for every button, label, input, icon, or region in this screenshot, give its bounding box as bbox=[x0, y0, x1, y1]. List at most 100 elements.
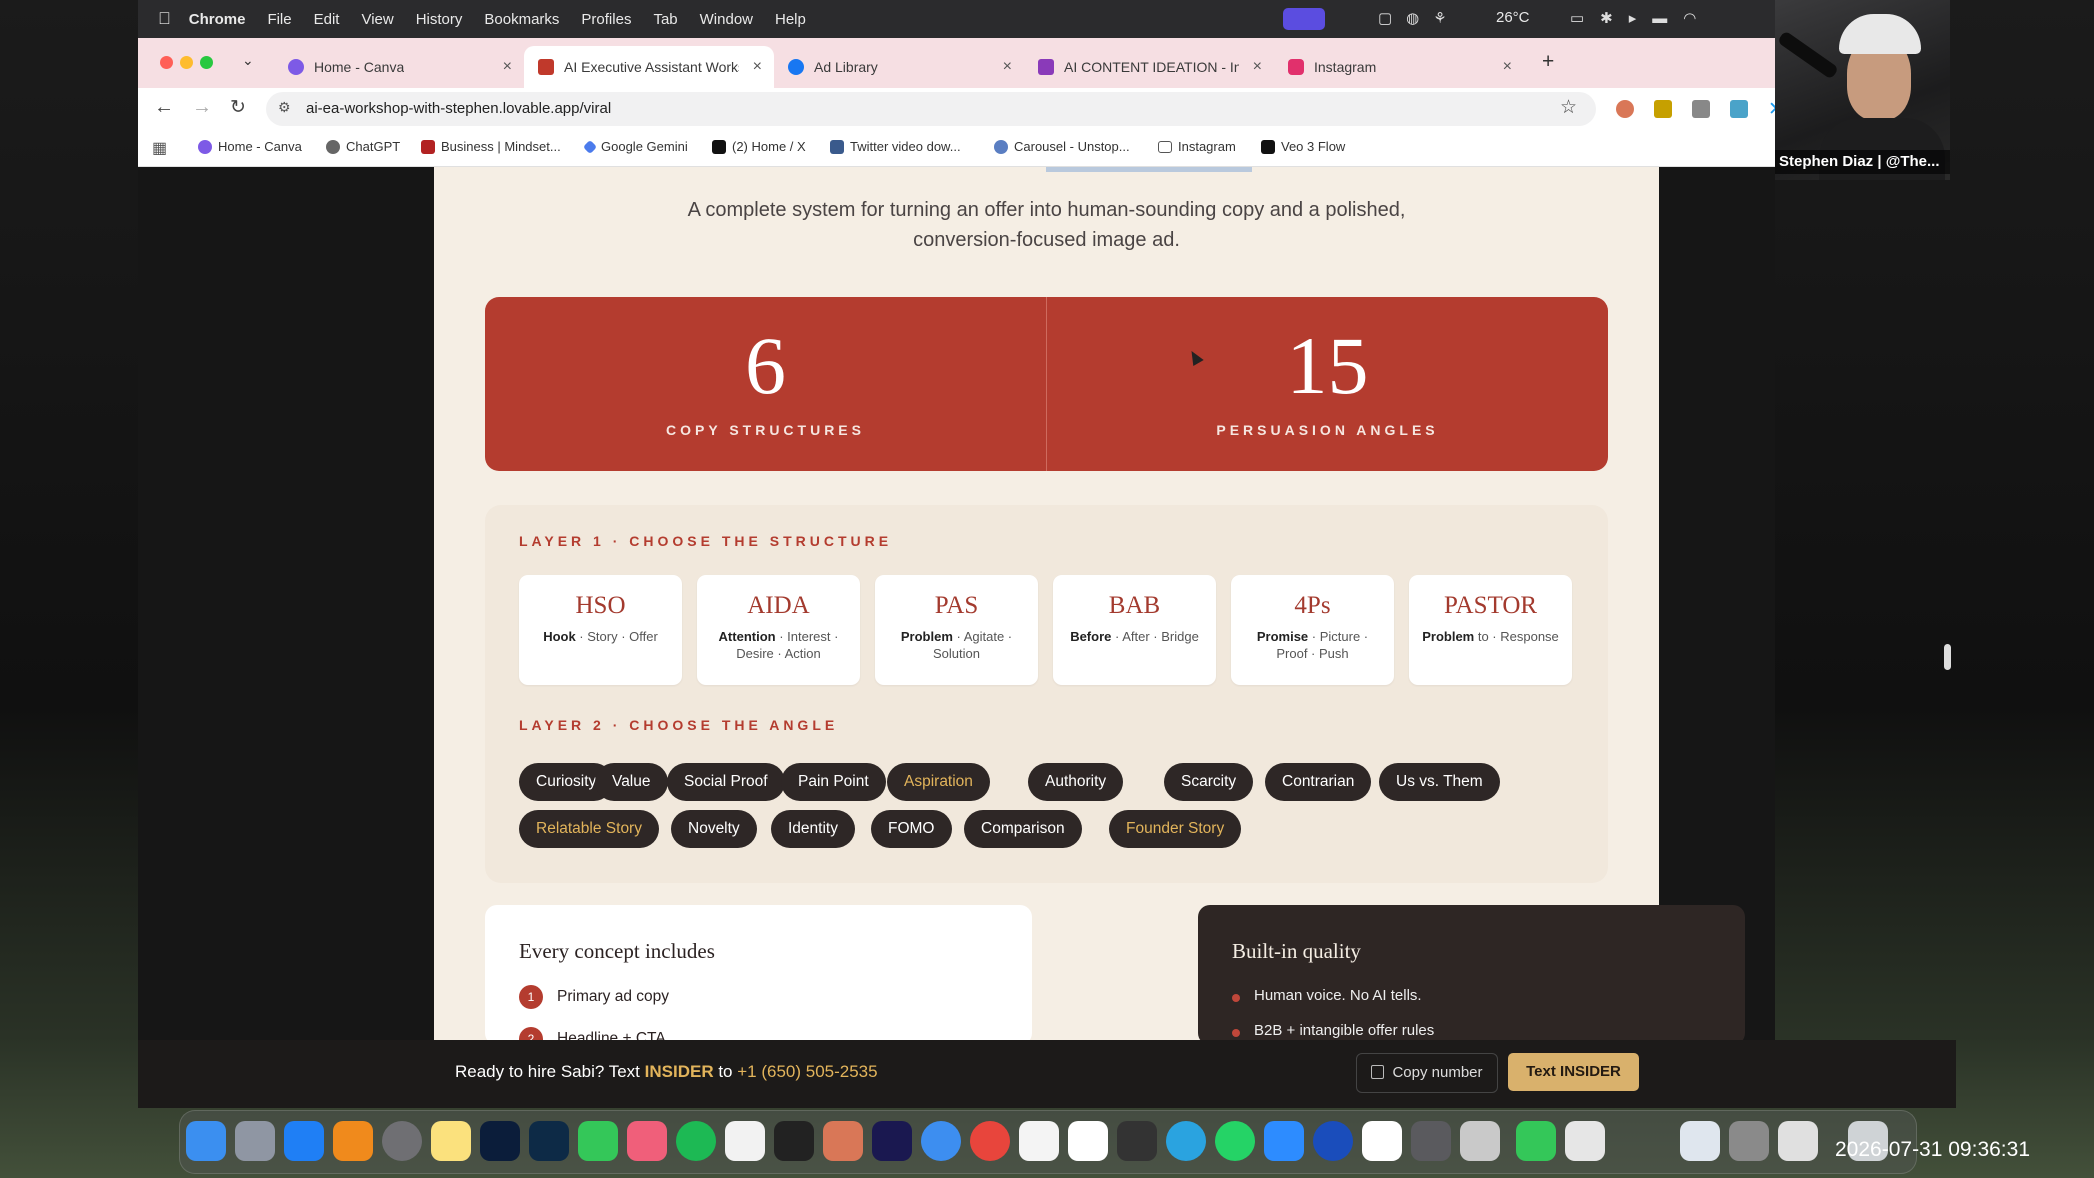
close-tab-icon[interactable]: × bbox=[1503, 58, 1512, 76]
tab-search-chevron-icon[interactable]: ⌄ bbox=[242, 52, 254, 69]
launchpad-icon[interactable] bbox=[235, 1121, 275, 1161]
slack-icon[interactable] bbox=[1019, 1121, 1059, 1161]
structure-card-hso[interactable]: HSO Hook · Story · Offer bbox=[519, 575, 682, 685]
app-store-icon[interactable] bbox=[284, 1121, 324, 1161]
x-extension-icon[interactable]: ✕ bbox=[1768, 98, 1775, 121]
photos-icon[interactable] bbox=[627, 1121, 667, 1161]
textedit-icon[interactable] bbox=[1565, 1121, 1605, 1161]
finder-icon[interactable] bbox=[186, 1121, 226, 1161]
safari-icon[interactable] bbox=[921, 1121, 961, 1161]
address-bar[interactable]: ⚙ ai-ea-workshop-with-stephen.lovable.ap… bbox=[266, 92, 1596, 126]
angle-pill-authority[interactable]: Authority bbox=[1028, 763, 1124, 801]
structure-card-pas[interactable]: PAS Problem · Agitate · Solution bbox=[875, 575, 1038, 685]
close-window-button[interactable] bbox=[160, 56, 173, 69]
bookmark-x-home[interactable]: (2) Home / X bbox=[712, 139, 806, 154]
bookmark-gemini[interactable]: Google Gemini bbox=[582, 139, 688, 154]
bookmark-star-icon[interactable]: ☆ bbox=[1560, 96, 1577, 119]
back-arrow-icon[interactable]: ← bbox=[154, 96, 174, 119]
1password-icon[interactable] bbox=[1313, 1121, 1353, 1161]
extension-icon[interactable] bbox=[1692, 100, 1710, 118]
menu-window[interactable]: Window bbox=[700, 11, 753, 28]
whatsapp-icon[interactable] bbox=[1215, 1121, 1255, 1161]
tab-instagram[interactable]: Instagram × bbox=[1274, 46, 1524, 88]
angle-pill-value[interactable]: Value bbox=[595, 763, 668, 801]
reload-icon[interactable]: ↻ bbox=[230, 96, 246, 119]
angle-pill-contrarian[interactable]: Contrarian bbox=[1265, 763, 1372, 801]
screen-share-icon[interactable] bbox=[1283, 8, 1325, 30]
angle-pill-scarcity[interactable]: Scarcity bbox=[1164, 763, 1254, 801]
close-tab-icon[interactable]: × bbox=[1003, 58, 1012, 76]
weather-status[interactable]: 26°C bbox=[1496, 9, 1530, 26]
photoshop-icon[interactable] bbox=[480, 1121, 520, 1161]
books-icon[interactable] bbox=[333, 1121, 373, 1161]
angle-pill-pain-point[interactable]: Pain Point bbox=[781, 763, 886, 801]
tab-ai-executive-assistant[interactable]: AI Executive Assistant Works × bbox=[524, 46, 774, 88]
menu-edit[interactable]: Edit bbox=[314, 11, 340, 28]
bookmark-chatgpt[interactable]: ChatGPT bbox=[326, 139, 400, 154]
menu-profiles[interactable]: Profiles bbox=[581, 11, 631, 28]
chatgpt-icon[interactable] bbox=[725, 1121, 765, 1161]
apps-grid-icon[interactable]: ▦ bbox=[152, 138, 167, 158]
messages-icon[interactable] bbox=[578, 1121, 618, 1161]
bookmark-veo-flow[interactable]: Veo 3 Flow bbox=[1261, 139, 1345, 154]
zoom-window-button[interactable] bbox=[200, 56, 213, 69]
scrollbar-thumb[interactable] bbox=[1944, 644, 1951, 670]
structure-card-aida[interactable]: AIDA Attention · Interest · Desire · Act… bbox=[697, 575, 860, 685]
tab-canva[interactable]: Home - Canva × bbox=[274, 46, 524, 88]
premiere-icon[interactable] bbox=[872, 1121, 912, 1161]
telegram-icon[interactable] bbox=[1166, 1121, 1206, 1161]
angle-pill-identity[interactable]: Identity bbox=[771, 810, 855, 848]
calendar-icon[interactable] bbox=[1362, 1121, 1402, 1161]
lightroom-icon[interactable] bbox=[529, 1121, 569, 1161]
spotify-icon[interactable] bbox=[676, 1121, 716, 1161]
freeform-icon[interactable] bbox=[1068, 1121, 1108, 1161]
bookmark-twitter-video[interactable]: Twitter video dow... bbox=[830, 139, 961, 154]
new-tab-plus-icon[interactable]: + bbox=[1542, 50, 1554, 74]
zoom-icon[interactable] bbox=[1264, 1121, 1304, 1161]
cta-phone-link[interactable]: +1 (650) 505-2535 bbox=[737, 1062, 877, 1081]
angle-pill-us-vs-them[interactable]: Us vs. Them bbox=[1379, 763, 1500, 801]
angle-pill-comparison[interactable]: Comparison bbox=[964, 810, 1082, 848]
bookmark-instagram-folder[interactable]: Instagram bbox=[1158, 139, 1236, 154]
app-icon[interactable] bbox=[1460, 1121, 1500, 1161]
structure-card-pastor[interactable]: PASTOR Problem to · Response bbox=[1409, 575, 1572, 685]
system-settings-icon[interactable] bbox=[382, 1121, 422, 1161]
apple-icon[interactable]:  bbox=[158, 9, 171, 29]
extension-icon[interactable] bbox=[1654, 100, 1672, 118]
menu-file[interactable]: File bbox=[267, 11, 291, 28]
app-icon[interactable] bbox=[1117, 1121, 1157, 1161]
close-tab-icon[interactable]: × bbox=[753, 58, 762, 76]
recent-document-icon[interactable] bbox=[1729, 1121, 1769, 1161]
perplexity-icon[interactable] bbox=[774, 1121, 814, 1161]
angle-pill-aspiration[interactable]: Aspiration bbox=[887, 763, 990, 801]
menu-app-name[interactable]: Chrome bbox=[189, 11, 246, 28]
angle-pill-fomo[interactable]: FOMO bbox=[871, 810, 952, 848]
structure-card-bab[interactable]: BAB Before · After · Bridge bbox=[1053, 575, 1216, 685]
angle-pill-novelty[interactable]: Novelty bbox=[671, 810, 757, 848]
recent-document-icon[interactable] bbox=[1680, 1121, 1720, 1161]
recent-document-icon[interactable] bbox=[1778, 1121, 1818, 1161]
menu-view[interactable]: View bbox=[361, 11, 393, 28]
calculator-icon[interactable] bbox=[1411, 1121, 1451, 1161]
menu-bookmarks[interactable]: Bookmarks bbox=[484, 11, 559, 28]
structure-card-4ps[interactable]: 4Ps Promise · Picture · Proof · Push bbox=[1231, 575, 1394, 685]
facetime-icon[interactable] bbox=[1516, 1121, 1556, 1161]
bookmark-canva[interactable]: Home - Canva bbox=[198, 139, 302, 154]
close-tab-icon[interactable]: × bbox=[1253, 58, 1262, 76]
copy-number-button[interactable]: Copy number bbox=[1356, 1053, 1498, 1093]
claude-extension-icon[interactable] bbox=[1616, 100, 1634, 118]
menu-tab[interactable]: Tab bbox=[653, 11, 677, 28]
minimize-window-button[interactable] bbox=[180, 56, 193, 69]
notes-icon[interactable] bbox=[431, 1121, 471, 1161]
tab-ai-content-ideation[interactable]: AI CONTENT IDEATION - Inst × bbox=[1024, 46, 1274, 88]
close-tab-icon[interactable]: × bbox=[503, 58, 512, 76]
bookmark-carousel[interactable]: Carousel - Unstop... bbox=[994, 139, 1130, 154]
angle-pill-relatable-story[interactable]: Relatable Story bbox=[519, 810, 659, 848]
chrome-icon[interactable] bbox=[970, 1121, 1010, 1161]
forward-arrow-icon[interactable]: → bbox=[192, 96, 212, 119]
angle-pill-founder-story[interactable]: Founder Story bbox=[1109, 810, 1242, 848]
extension-icon[interactable] bbox=[1730, 100, 1748, 118]
claude-icon[interactable] bbox=[823, 1121, 863, 1161]
site-settings-icon[interactable]: ⚙ bbox=[278, 99, 291, 116]
menu-history[interactable]: History bbox=[416, 11, 463, 28]
